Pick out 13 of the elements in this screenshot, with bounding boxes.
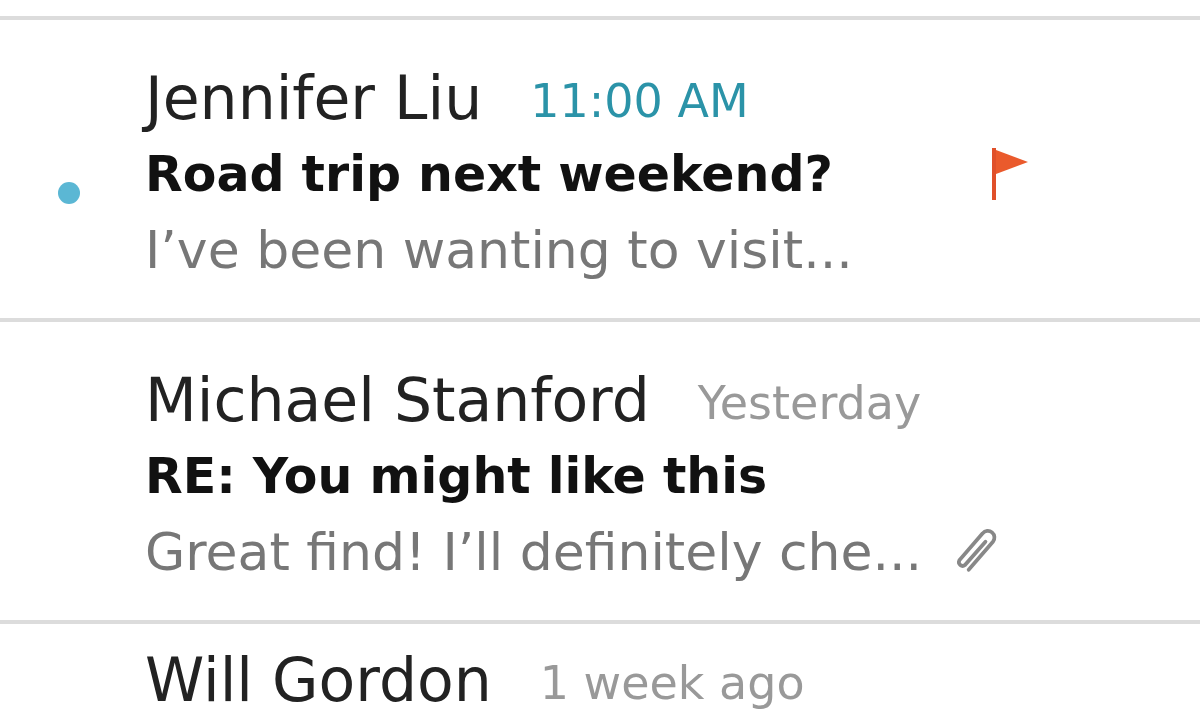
message-time: Yesterday [697,376,922,430]
message-preview: I’ve been wanting to visit... [145,220,853,280]
message-row[interactable]: Michael Stanford Yesterday RE: You might like this Great find! I’ll definitely che... [0,322,1200,620]
sender-name: Michael Stanford [145,364,650,436]
message-row[interactable]: Will Gordon 1 week ago [0,624,1200,720]
message-preview: Great find! I’ll definitely che... [145,522,923,582]
message-time: 1 week ago [539,656,805,710]
sender-name: Will Gordon [145,644,492,716]
message-time: 11:00 AM [530,74,749,128]
message-subject: Road trip next weekend? [145,145,833,203]
flag-icon[interactable] [990,146,1030,202]
message-subject: RE: You might like this [145,447,768,505]
message-row[interactable]: Jennifer Liu 11:00 AM Road trip next weekend? I’ve been wanting to visit... [0,20,1200,318]
